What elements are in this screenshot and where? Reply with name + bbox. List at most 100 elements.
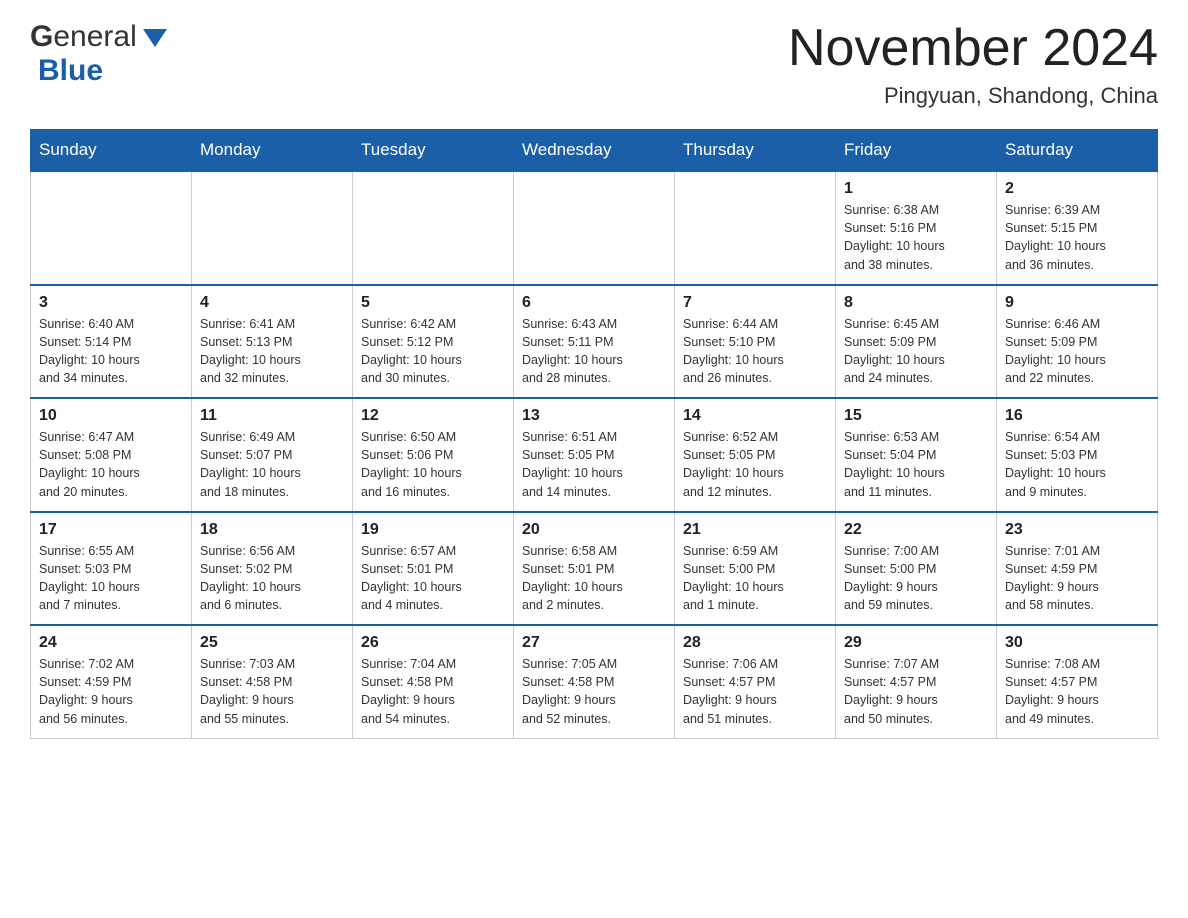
- day-info: Sunrise: 7:03 AM Sunset: 4:58 PM Dayligh…: [200, 655, 344, 728]
- day-number: 17: [39, 521, 183, 539]
- weekday-header-thursday: Thursday: [675, 130, 836, 172]
- calendar-cell: 26 Sunrise: 7:04 AM Sunset: 4:58 PM Dayli…: [353, 625, 514, 738]
- calendar-week-row: 1 Sunrise: 6:38 AM Sunset: 5:16 PM Daylig…: [31, 171, 1158, 285]
- weekday-header-saturday: Saturday: [997, 130, 1158, 172]
- calendar-cell: 25Sunrise: 7:03 AM Sunset: 4:58 PM Dayli…: [192, 625, 353, 738]
- day-info: Sunrise: 7:04 AM Sunset: 4:58 PM Dayligh…: [361, 655, 505, 728]
- day-number: 26: [361, 634, 505, 652]
- calendar-cell: 13 Sunrise: 6:51 AM Sunset: 5:05 PM Dayli…: [514, 398, 675, 512]
- day-info: Sunrise: 6:53 AM Sunset: 5:04 PM Dayligh…: [844, 428, 988, 501]
- day-info: Sunrise: 6:38 AM Sunset: 5:16 PM Dayligh…: [844, 201, 988, 274]
- day-info: Sunrise: 6:52 AM Sunset: 5:05 PM Dayligh…: [683, 428, 827, 501]
- calendar-cell: 17 Sunrise: 6:55 AM Sunset: 5:03 PM Dayli…: [31, 512, 192, 626]
- day-number: 12: [361, 407, 505, 425]
- logo-arrow-left-icon: [143, 29, 155, 47]
- day-info: Sunrise: 6:41 AM Sunset: 5:13 PM Dayligh…: [200, 315, 344, 388]
- day-number: 29: [844, 634, 988, 652]
- calendar-cell: [31, 171, 192, 285]
- calendar-cell: 19 Sunrise: 6:57 AM Sunset: 5:01 PM Dayli…: [353, 512, 514, 626]
- calendar-cell: 2 Sunrise: 6:39 AM Sunset: 5:15 PM Daylig…: [997, 171, 1158, 285]
- day-number: 2: [1005, 180, 1149, 198]
- calendar-cell: 7Sunrise: 6:44 AM Sunset: 5:10 PM Daylig…: [675, 285, 836, 399]
- day-number: 21: [683, 521, 827, 539]
- day-info: Sunrise: 7:00 AM Sunset: 5:00 PM Dayligh…: [844, 542, 988, 615]
- day-number: 9: [1005, 294, 1149, 312]
- calendar-cell: 27Sunrise: 7:05 AM Sunset: 4:58 PM Dayli…: [514, 625, 675, 738]
- weekday-header-monday: Monday: [192, 130, 353, 172]
- calendar-cell: 24 Sunrise: 7:02 AM Sunset: 4:59 PM Dayli…: [31, 625, 192, 738]
- day-info: Sunrise: 6:55 AM Sunset: 5:03 PM Dayligh…: [39, 542, 183, 615]
- calendar-cell: 1 Sunrise: 6:38 AM Sunset: 5:16 PM Daylig…: [836, 171, 997, 285]
- day-info: Sunrise: 6:59 AM Sunset: 5:00 PM Dayligh…: [683, 542, 827, 615]
- calendar-week-row: 10Sunrise: 6:47 AM Sunset: 5:08 PM Dayli…: [31, 398, 1158, 512]
- day-info: Sunrise: 6:51 AM Sunset: 5:05 PM Dayligh…: [522, 428, 666, 501]
- day-number: 30: [1005, 634, 1149, 652]
- logo-eneral: eneral: [53, 20, 136, 54]
- weekday-header-friday: Friday: [836, 130, 997, 172]
- day-info: Sunrise: 6:43 AM Sunset: 5:11 PM Dayligh…: [522, 315, 666, 388]
- day-info: Sunrise: 6:50 AM Sunset: 5:06 PM Dayligh…: [361, 428, 505, 501]
- day-number: 1: [844, 180, 988, 198]
- day-info: Sunrise: 6:45 AM Sunset: 5:09 PM Dayligh…: [844, 315, 988, 388]
- calendar-cell: 14 Sunrise: 6:52 AM Sunset: 5:05 PM Dayli…: [675, 398, 836, 512]
- day-number: 24: [39, 634, 183, 652]
- day-number: 3: [39, 294, 183, 312]
- calendar-cell: 10Sunrise: 6:47 AM Sunset: 5:08 PM Dayli…: [31, 398, 192, 512]
- calendar-cell: [675, 171, 836, 285]
- calendar-cell: 28Sunrise: 7:06 AM Sunset: 4:57 PM Dayli…: [675, 625, 836, 738]
- day-number: 8: [844, 294, 988, 312]
- calendar-cell: [353, 171, 514, 285]
- calendar-cell: 11Sunrise: 6:49 AM Sunset: 5:07 PM Dayli…: [192, 398, 353, 512]
- calendar-cell: 4 Sunrise: 6:41 AM Sunset: 5:13 PM Daylig…: [192, 285, 353, 399]
- calendar-title: November 2024: [788, 20, 1158, 77]
- calendar-cell: 5 Sunrise: 6:42 AM Sunset: 5:12 PM Daylig…: [353, 285, 514, 399]
- day-number: 19: [361, 521, 505, 539]
- day-info: Sunrise: 7:02 AM Sunset: 4:59 PM Dayligh…: [39, 655, 183, 728]
- day-info: Sunrise: 6:39 AM Sunset: 5:15 PM Dayligh…: [1005, 201, 1149, 274]
- day-number: 10: [39, 407, 183, 425]
- day-info: Sunrise: 6:57 AM Sunset: 5:01 PM Dayligh…: [361, 542, 505, 615]
- logo-arrow-right-icon: [155, 29, 167, 47]
- logo-general-g: G: [30, 20, 53, 54]
- weekday-header-row: SundayMondayTuesdayWednesdayThursdayFrid…: [31, 130, 1158, 172]
- weekday-header-sunday: Sunday: [31, 130, 192, 172]
- calendar-cell: 21 Sunrise: 6:59 AM Sunset: 5:00 PM Dayli…: [675, 512, 836, 626]
- day-info: Sunrise: 7:07 AM Sunset: 4:57 PM Dayligh…: [844, 655, 988, 728]
- day-info: Sunrise: 7:08 AM Sunset: 4:57 PM Dayligh…: [1005, 655, 1149, 728]
- calendar-cell: [514, 171, 675, 285]
- calendar-cell: 15 Sunrise: 6:53 AM Sunset: 5:04 PM Dayli…: [836, 398, 997, 512]
- calendar-week-row: 24 Sunrise: 7:02 AM Sunset: 4:59 PM Dayli…: [31, 625, 1158, 738]
- day-number: 20: [522, 521, 666, 539]
- day-number: 18: [200, 521, 344, 539]
- calendar-cell: 20 Sunrise: 6:58 AM Sunset: 5:01 PM Dayli…: [514, 512, 675, 626]
- calendar-subtitle: Pingyuan, Shandong, China: [788, 83, 1158, 109]
- day-info: Sunrise: 6:42 AM Sunset: 5:12 PM Dayligh…: [361, 315, 505, 388]
- calendar-title-area: November 2024 Pingyuan, Shandong, China: [788, 20, 1158, 109]
- weekday-header-tuesday: Tuesday: [353, 130, 514, 172]
- day-number: 22: [844, 521, 988, 539]
- day-info: Sunrise: 6:40 AM Sunset: 5:14 PM Dayligh…: [39, 315, 183, 388]
- calendar-cell: 30 Sunrise: 7:08 AM Sunset: 4:57 PM Dayli…: [997, 625, 1158, 738]
- day-number: 14: [683, 407, 827, 425]
- day-info: Sunrise: 6:58 AM Sunset: 5:01 PM Dayligh…: [522, 542, 666, 615]
- day-number: 27: [522, 634, 666, 652]
- weekday-header-wednesday: Wednesday: [514, 130, 675, 172]
- calendar-cell: 22 Sunrise: 7:00 AM Sunset: 5:00 PM Dayli…: [836, 512, 997, 626]
- calendar-week-row: 3 Sunrise: 6:40 AM Sunset: 5:14 PM Daylig…: [31, 285, 1158, 399]
- day-info: Sunrise: 6:54 AM Sunset: 5:03 PM Dayligh…: [1005, 428, 1149, 501]
- day-number: 16: [1005, 407, 1149, 425]
- day-info: Sunrise: 6:46 AM Sunset: 5:09 PM Dayligh…: [1005, 315, 1149, 388]
- calendar-cell: 29 Sunrise: 7:07 AM Sunset: 4:57 PM Dayli…: [836, 625, 997, 738]
- day-info: Sunrise: 7:06 AM Sunset: 4:57 PM Dayligh…: [683, 655, 827, 728]
- day-number: 11: [200, 407, 344, 425]
- calendar-cell: 18 Sunrise: 6:56 AM Sunset: 5:02 PM Dayli…: [192, 512, 353, 626]
- day-number: 23: [1005, 521, 1149, 539]
- day-number: 6: [522, 294, 666, 312]
- day-number: 13: [522, 407, 666, 425]
- calendar-cell: 16 Sunrise: 6:54 AM Sunset: 5:03 PM Dayli…: [997, 398, 1158, 512]
- day-number: 5: [361, 294, 505, 312]
- calendar-table: SundayMondayTuesdayWednesdayThursdayFrid…: [30, 129, 1158, 739]
- day-info: Sunrise: 6:56 AM Sunset: 5:02 PM Dayligh…: [200, 542, 344, 615]
- day-number: 4: [200, 294, 344, 312]
- day-number: 15: [844, 407, 988, 425]
